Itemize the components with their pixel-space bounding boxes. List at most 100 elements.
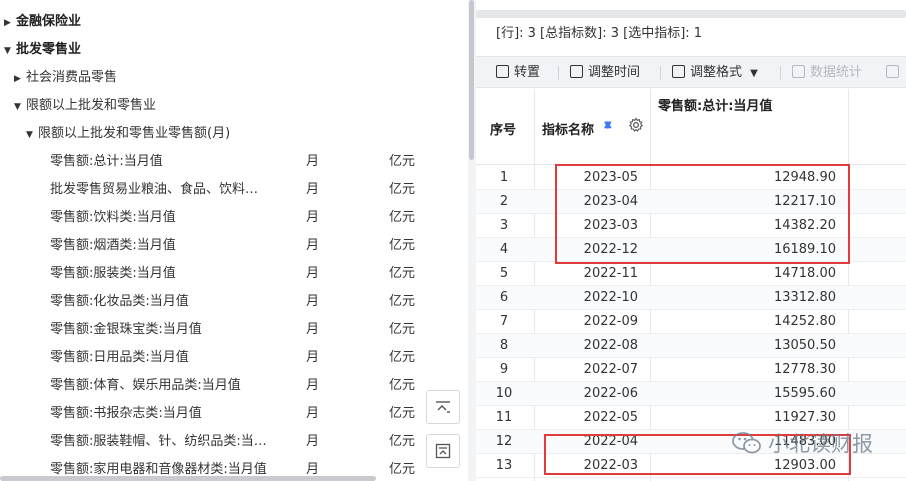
indicator-leaf-row[interactable]: 批发零售贸易业粮油、食品、饮料… 月 亿元 xyxy=(0,176,460,204)
row-value[interactable]: 14718.00 xyxy=(656,262,836,286)
app-window: …… ▶金融保险业 ▼批发零售业 ▶社会消费品零售 ▼限额以上批发和零售业 ▼限… xyxy=(0,0,906,481)
watermark-text: 小北读财报 xyxy=(768,432,873,456)
tree-node-label: 金融保险业 xyxy=(16,14,82,29)
table-row[interactable]: 5 2022-11 14718.00 xyxy=(476,262,906,286)
col-value-header[interactable]: 零售额:总计:当月值 xyxy=(658,95,772,114)
row-date: 2022-11 xyxy=(583,266,638,281)
grid-header: 序号 指标名称 ▲ ▼ 零售额:总计:当月值 xyxy=(476,89,906,165)
table-row[interactable]: 8 2022-08 13050.50 xyxy=(476,334,906,358)
row-value[interactable]: 15595.60 xyxy=(656,382,836,406)
data-stats-label: 数据统计 xyxy=(810,65,863,80)
row-index: 4 xyxy=(499,242,509,257)
toolbar-divider xyxy=(780,66,781,80)
more-tool-button[interactable] xyxy=(886,57,904,89)
transpose-label: 转置 xyxy=(514,65,541,80)
indicator-unit: 亿元 xyxy=(389,210,416,225)
gear-icon[interactable] xyxy=(628,117,644,137)
indicator-tree-panel: …… ▶金融保险业 ▼批发零售业 ▶社会消费品零售 ▼限额以上批发和零售业 ▼限… xyxy=(0,0,468,481)
tree-node-finance-insurance[interactable]: ▶ 金融保险业 xyxy=(4,9,81,35)
tree-node-above-quota-monthly[interactable]: ▼ 限额以上批发和零售业零售额(月) xyxy=(26,121,230,147)
indicator-frequency: 月 xyxy=(306,238,320,253)
indicator-name: 零售额:日用品类:当月值 xyxy=(50,350,189,365)
indicator-frequency: 月 xyxy=(306,434,320,449)
collapse-arrow-icon[interactable]: ▼ xyxy=(4,38,16,64)
adjust-format-button[interactable]: 调整格式 ▼ xyxy=(672,57,758,89)
indicator-name: 零售额:服装鞋帽、针、纺织品类:当… xyxy=(50,434,267,449)
indicator-leaf-row[interactable]: 零售额:金银珠宝类:当月值 月 亿元 xyxy=(0,316,460,344)
indicator-leaf-row[interactable]: 零售额:总计:当月值 月 亿元 xyxy=(0,148,460,176)
row-date: 2022-06 xyxy=(583,386,638,401)
row-value[interactable]: 14252.80 xyxy=(656,310,836,334)
tree-cut-item: …… xyxy=(6,0,34,4)
indicator-leaf-row[interactable]: 零售额:服装鞋帽、针、纺织品类:当… 月 亿元 xyxy=(0,428,460,456)
indicator-frequency: 月 xyxy=(306,210,320,225)
collapse-arrow-icon[interactable]: ▼ xyxy=(26,122,38,148)
indicator-leaf-row[interactable]: 零售额:烟酒类:当月值 月 亿元 xyxy=(0,232,460,260)
table-format-icon xyxy=(672,65,685,78)
row-index: 12 xyxy=(495,434,513,449)
row-index: 13 xyxy=(495,458,513,473)
row-index: 10 xyxy=(495,386,513,401)
table-row[interactable]: 11 2022-05 11927.30 xyxy=(476,406,906,430)
row-value[interactable]: 11927.30 xyxy=(656,406,836,430)
indicator-name: 零售额:服装类:当月值 xyxy=(50,266,176,281)
scroll-top-button[interactable] xyxy=(426,434,460,468)
indicator-unit: 亿元 xyxy=(389,294,416,309)
collapse-lines-icon xyxy=(436,401,450,413)
indicator-leaf-row[interactable]: 零售额:日用品类:当月值 月 亿元 xyxy=(0,344,460,372)
indicator-frequency: 月 xyxy=(306,350,320,365)
col-name-header[interactable]: 指标名称 xyxy=(542,119,594,138)
indicator-unit: 亿元 xyxy=(389,406,416,421)
indicator-frequency: 月 xyxy=(306,378,320,393)
transpose-button[interactable]: 转置 xyxy=(496,57,540,89)
expand-arrow-icon[interactable]: ▶ xyxy=(14,66,26,92)
tree-node-wholesale-retail[interactable]: ▼ 批发零售业 xyxy=(4,37,81,63)
indicator-name: 零售额:体育、娱乐用品类:当月值 xyxy=(50,378,241,393)
tree-node-label: 限额以上批发和零售业零售额(月) xyxy=(38,126,231,141)
row-value[interactable]: 13312.80 xyxy=(656,286,836,310)
tree-node-consumer-retail[interactable]: ▶ 社会消费品零售 xyxy=(14,65,117,91)
toolbar-divider xyxy=(558,66,559,80)
horizontal-scrollbar[interactable] xyxy=(0,476,376,481)
indicator-leaf-row[interactable]: 零售额:体育、娱乐用品类:当月值 月 亿元 xyxy=(0,372,460,400)
vertical-scrollbar-thumb[interactable] xyxy=(469,0,474,160)
indicator-unit: 亿元 xyxy=(389,154,416,169)
data-stats-button[interactable]: 数据统计 xyxy=(792,57,862,89)
row-value[interactable]: 13050.50 xyxy=(656,334,836,358)
indicator-leaf-row[interactable]: 零售额:化妆品类:当月值 月 亿元 xyxy=(0,288,460,316)
collapse-arrow-icon[interactable]: ▼ xyxy=(14,94,26,120)
indicator-leaf-row[interactable]: 零售额:书报杂志类:当月值 月 亿元 xyxy=(0,400,460,428)
indicator-name: 零售额:金银珠宝类:当月值 xyxy=(50,322,202,337)
tree-node-label: 限额以上批发和零售业 xyxy=(26,98,157,113)
table-row[interactable]: 6 2022-10 13312.80 xyxy=(476,286,906,310)
top-scrollbar[interactable] xyxy=(476,10,906,18)
collapse-all-button[interactable] xyxy=(426,390,460,424)
dropdown-arrow-icon: ▼ xyxy=(750,68,758,79)
indicator-unit: 亿元 xyxy=(389,182,416,197)
tree-node-label: 批发零售业 xyxy=(16,42,82,57)
row-value[interactable]: 12778.30 xyxy=(656,358,836,382)
indicator-frequency: 月 xyxy=(306,294,320,309)
table-row[interactable]: 10 2022-06 15595.60 xyxy=(476,382,906,406)
row-index: 6 xyxy=(499,290,509,305)
sort-icon[interactable]: ▲ ▼ xyxy=(604,119,612,141)
adjust-time-label: 调整时间 xyxy=(588,65,641,80)
indicator-leaf-row[interactable]: 零售额:饮料类:当月值 月 亿元 xyxy=(0,204,460,232)
indicator-unit: 亿元 xyxy=(389,322,416,337)
adjust-time-button[interactable]: 调整时间 xyxy=(570,57,640,89)
table-row[interactable]: 9 2022-07 12778.30 xyxy=(476,358,906,382)
checkbox-tool-icon xyxy=(886,65,899,78)
indicator-unit: 亿元 xyxy=(389,266,416,281)
indicator-unit: 亿元 xyxy=(389,462,416,477)
indicator-name: 零售额:化妆品类:当月值 xyxy=(50,294,189,309)
expand-arrow-icon[interactable]: ▶ xyxy=(4,10,16,36)
table-row[interactable]: 7 2022-09 14252.80 xyxy=(476,310,906,334)
indicator-leaf-row[interactable]: 零售额:服装类:当月值 月 亿元 xyxy=(0,260,460,288)
indicator-frequency: 月 xyxy=(306,406,320,421)
tree-node-above-quota[interactable]: ▼ 限额以上批发和零售业 xyxy=(14,93,156,119)
row-index: 3 xyxy=(499,218,509,233)
indicator-name: 批发零售贸易业粮油、食品、饮料… xyxy=(50,182,259,197)
watermark: 小北读财报 xyxy=(732,428,873,458)
indicator-name: 零售额:书报杂志类:当月值 xyxy=(50,406,202,421)
collapse-box-icon xyxy=(435,443,451,459)
